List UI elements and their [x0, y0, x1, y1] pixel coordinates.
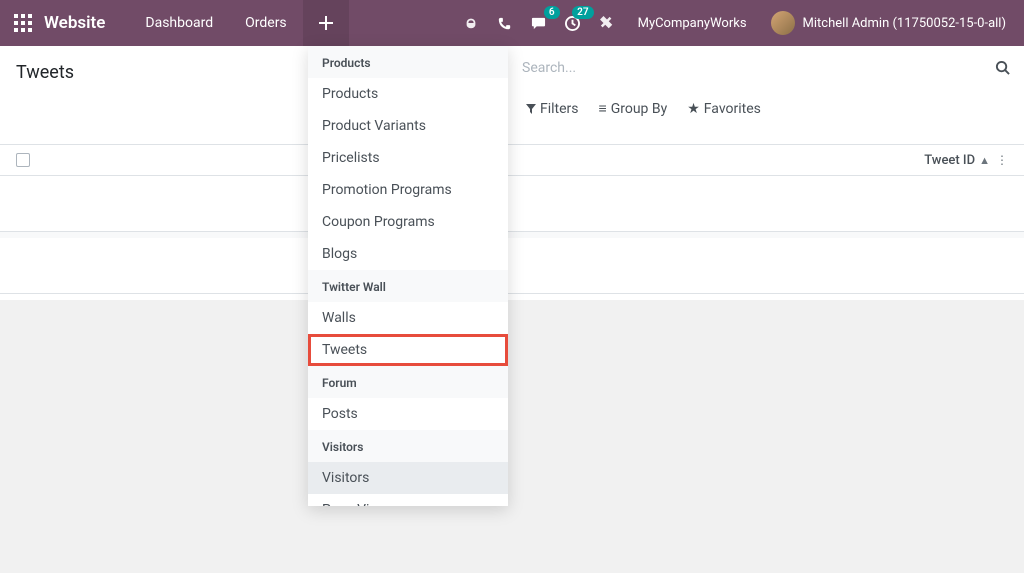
dd-item-coupon-programs[interactable]: Coupon Programs — [308, 206, 508, 238]
dd-item-visitors[interactable]: Visitors — [308, 462, 508, 494]
tools-icon[interactable] — [590, 0, 624, 46]
debug-icon[interactable] — [454, 0, 488, 46]
search-row — [508, 46, 1024, 90]
navbar: Website Dashboard Orders 6 27 MyCompanyW… — [0, 0, 1024, 46]
page-title: Tweets — [16, 62, 74, 83]
list-row[interactable] — [0, 238, 1024, 294]
nav-dashboard[interactable]: Dashboard — [129, 0, 229, 46]
list-area — [0, 176, 1024, 294]
avatar — [771, 11, 795, 35]
content-bg — [0, 300, 1024, 573]
select-all-checkbox[interactable] — [16, 153, 30, 167]
filters-button[interactable]: Filters — [526, 100, 579, 117]
dd-item-promotion-programs[interactable]: Promotion Programs — [308, 174, 508, 206]
dd-item-posts[interactable]: Posts — [308, 398, 508, 430]
dropdown-menu: Products Products Product Variants Price… — [308, 46, 508, 506]
favorites-button[interactable]: ★ Favorites — [687, 100, 761, 117]
messages-icon[interactable]: 6 — [522, 0, 556, 46]
company-selector[interactable]: MyCompanyWorks — [624, 16, 761, 31]
dd-item-products[interactable]: Products — [308, 78, 508, 110]
dd-item-page-views[interactable]: Page Views — [308, 494, 508, 506]
filter-row: Filters ≡ Group By ★ Favorites — [508, 90, 1024, 127]
col-tweet-id[interactable]: Tweet ID — [924, 153, 975, 168]
dd-header-products: Products — [308, 46, 508, 78]
nav-orders[interactable]: Orders — [229, 0, 303, 46]
search-input[interactable] — [522, 60, 995, 76]
user-name: Mitchell Admin (11750052-15-0-all) — [803, 16, 1006, 31]
sort-asc-icon[interactable]: ▲ — [979, 154, 990, 167]
groupby-button[interactable]: ≡ Group By — [599, 100, 668, 117]
dd-header-forum: Forum — [308, 366, 508, 398]
activity-icon[interactable]: 27 — [556, 0, 590, 46]
user-menu[interactable]: Mitchell Admin (11750052-15-0-all) — [761, 11, 1016, 35]
dd-item-pricelists[interactable]: Pricelists — [308, 142, 508, 174]
dd-item-walls[interactable]: Walls — [308, 302, 508, 334]
dd-item-product-variants[interactable]: Product Variants — [308, 110, 508, 142]
dd-item-tweets[interactable]: Tweets — [308, 334, 508, 366]
phone-icon[interactable] — [488, 0, 522, 46]
column-header: Tweet ID ▲ ⋮ — [0, 144, 1024, 176]
dd-header-visitors: Visitors — [308, 430, 508, 462]
apps-icon[interactable] — [14, 14, 32, 32]
list-row[interactable] — [0, 176, 1024, 232]
dd-item-blogs[interactable]: Blogs — [308, 238, 508, 270]
toolbar: Filters ≡ Group By ★ Favorites — [508, 46, 1024, 127]
column-options-icon[interactable]: ⋮ — [996, 153, 1008, 167]
search-icon[interactable] — [995, 60, 1010, 75]
brand[interactable]: Website — [44, 13, 105, 33]
nav-plus[interactable] — [303, 0, 349, 46]
dd-header-twitter: Twitter Wall — [308, 270, 508, 302]
